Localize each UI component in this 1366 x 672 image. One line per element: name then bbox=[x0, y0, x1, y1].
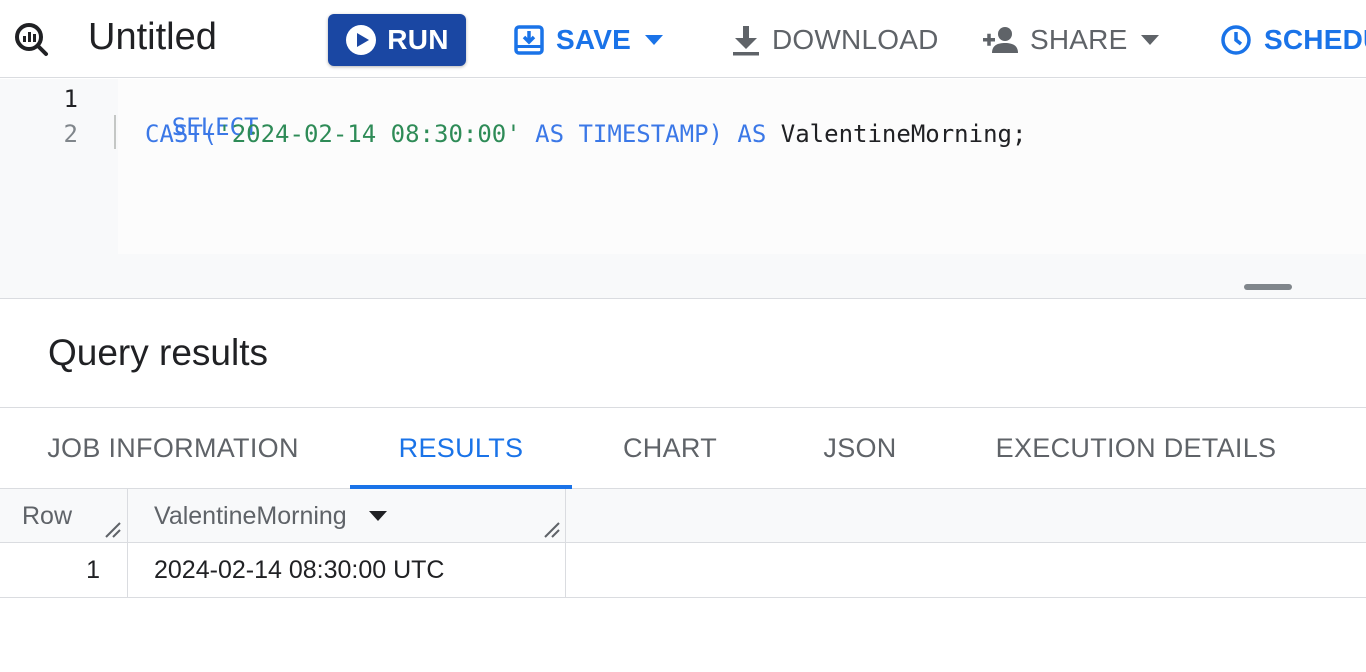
run-button[interactable]: RUN bbox=[328, 14, 466, 66]
save-label: SAVE bbox=[556, 24, 631, 55]
line-number: 1 bbox=[63, 85, 78, 113]
sql-keyword: AS bbox=[722, 120, 781, 148]
download-button[interactable]: DOWNLOAD bbox=[732, 18, 939, 62]
run-label: RUN bbox=[387, 24, 449, 55]
tab-chart[interactable]: CHART bbox=[580, 408, 760, 488]
column-divider bbox=[127, 489, 128, 543]
code-line-2[interactable]: CAST('2024-02-14 08:30:00' AS TIMESTAMP)… bbox=[145, 120, 1026, 148]
schedule-clock-icon bbox=[1221, 25, 1251, 55]
tab-job-information[interactable]: JOB INFORMATION bbox=[0, 408, 346, 488]
column-resize-icon[interactable] bbox=[104, 521, 122, 539]
save-icon bbox=[514, 25, 544, 55]
column-header-row: Row bbox=[22, 501, 73, 530]
column-resize-icon[interactable] bbox=[543, 521, 561, 539]
results-table-header: Row ValentineMorning bbox=[0, 489, 1366, 543]
editor-resize-handle[interactable] bbox=[1244, 284, 1292, 290]
schedule-label: SCHEDU bbox=[1264, 24, 1366, 55]
editor-text-area[interactable] bbox=[118, 79, 1366, 254]
column-header-valentinemorning[interactable]: ValentineMorning bbox=[154, 489, 387, 543]
results-tabs: JOB INFORMATION RESULTS CHART JSON EXECU… bbox=[0, 407, 1366, 489]
results-title: Query results bbox=[48, 332, 269, 373]
sql-type: TIMESTAMP) bbox=[578, 120, 723, 148]
person-add-icon bbox=[983, 27, 1018, 53]
share-label: SHARE bbox=[1030, 24, 1128, 55]
column-divider bbox=[565, 489, 566, 543]
column-divider bbox=[127, 543, 128, 598]
download-icon bbox=[733, 26, 759, 56]
valentinemorning-cell[interactable]: 2024-02-14 08:30:00 UTC bbox=[154, 543, 444, 598]
tab-execution-details[interactable]: EXECUTION DETAILS bbox=[960, 408, 1312, 488]
tab-json[interactable]: JSON bbox=[770, 408, 950, 488]
sql-editor[interactable]: 1 2 SELECT CAST('2024-02-14 08:30:00' AS… bbox=[0, 79, 1366, 299]
caret-down-icon bbox=[644, 35, 663, 45]
caret-down-icon[interactable] bbox=[368, 510, 387, 522]
toolbar: Untitled RUN SAVE DOWNLOAD SHARE SCHED bbox=[0, 0, 1366, 78]
query-title[interactable]: Untitled bbox=[88, 16, 217, 59]
download-label: DOWNLOAD bbox=[772, 24, 939, 55]
caret-down-icon bbox=[1141, 35, 1160, 45]
column-divider bbox=[565, 543, 566, 598]
column-header-label: ValentineMorning bbox=[154, 501, 347, 530]
query-icon[interactable] bbox=[12, 20, 50, 58]
sql-string: '2024-02-14 08:30:00' bbox=[217, 120, 521, 148]
table-row[interactable]: 1 2024-02-14 08:30:00 UTC bbox=[0, 543, 1366, 598]
tab-results[interactable]: RESULTS bbox=[350, 408, 572, 489]
row-number-cell: 1 bbox=[86, 556, 100, 584]
indent-guide bbox=[114, 115, 116, 149]
sql-keyword: AS bbox=[520, 120, 579, 148]
play-icon bbox=[346, 25, 377, 55]
line-number: 2 bbox=[63, 120, 78, 148]
share-button[interactable]: SHARE bbox=[982, 18, 1171, 62]
save-button[interactable]: SAVE bbox=[514, 18, 675, 62]
sql-alias: ValentineMorning; bbox=[780, 120, 1027, 148]
sql-function: CAST( bbox=[145, 120, 218, 148]
schedule-button[interactable]: SCHEDU bbox=[1220, 18, 1366, 62]
